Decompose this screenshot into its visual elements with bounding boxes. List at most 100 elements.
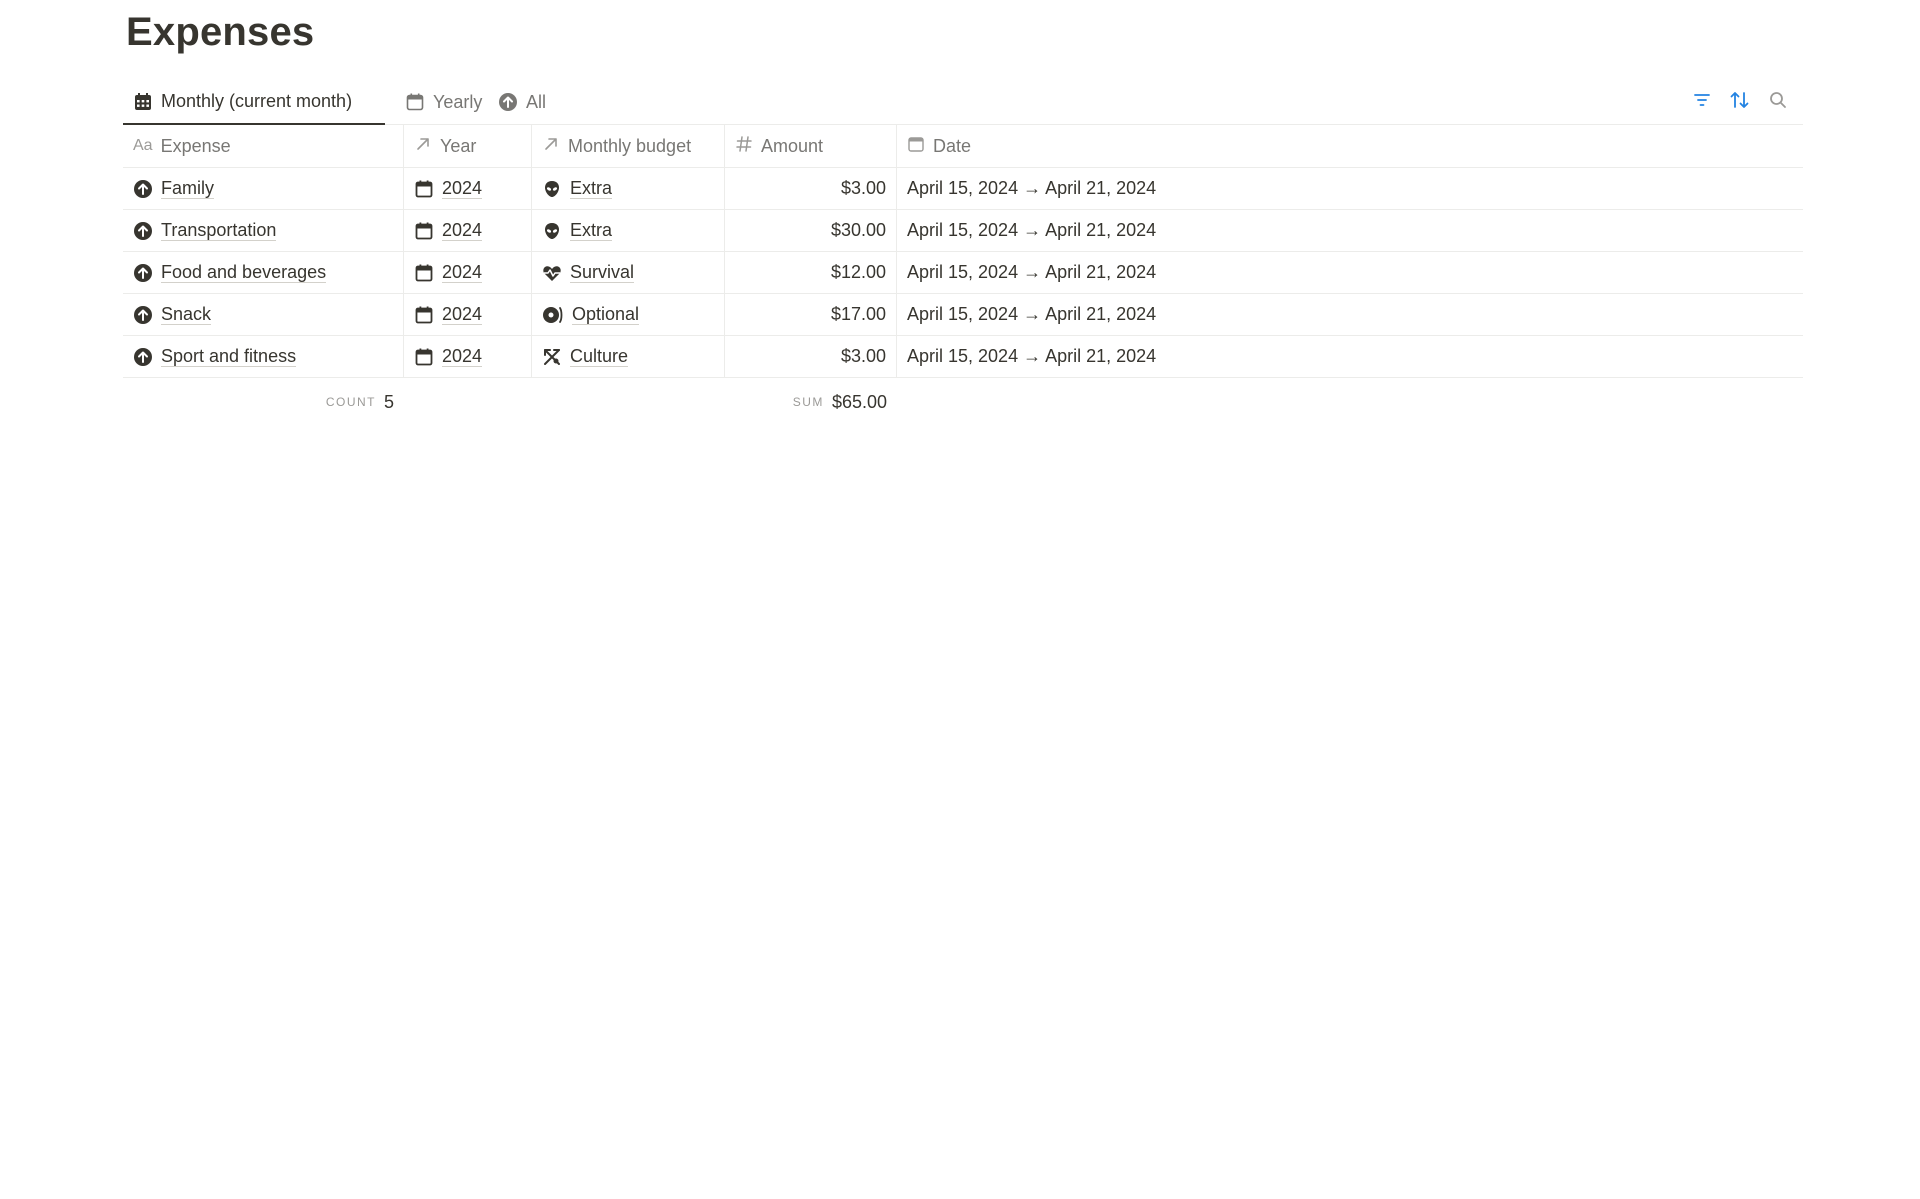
date-range: April 15, 2024 → April 21, 2024 (907, 304, 1157, 324)
table-row[interactable]: Transportation 2024 Extra $30.00 April 1… (123, 210, 1803, 252)
alien-icon (542, 179, 562, 199)
table-row[interactable]: Snack 2024 Optional $17.00 April 15, 202… (123, 294, 1803, 336)
text-type-icon: Aa (133, 137, 153, 154)
table-row[interactable]: Family 2024 Extra $3.00 April 15, 2024 →… (123, 168, 1803, 210)
column-header-amount[interactable]: Amount (725, 125, 897, 167)
tab-label: Monthly (current month) (161, 91, 353, 111)
relation-arrow-icon (542, 135, 560, 158)
expense-name[interactable]: Food and beverages (161, 262, 327, 283)
column-header-label: Date (933, 135, 972, 156)
arrow-up-circle-icon (498, 92, 518, 112)
amount-cell[interactable]: $30.00 (725, 210, 897, 251)
year-link[interactable]: 2024 (442, 220, 483, 241)
tab-label: Yearly (433, 91, 483, 112)
column-header-date[interactable]: Date (897, 125, 1803, 167)
arrow-up-circle-icon (133, 263, 153, 283)
tab-monthly[interactable]: Monthly (current month) (123, 80, 385, 125)
sum-value: $65.00 (831, 391, 887, 412)
year-cell[interactable]: 2024 (404, 336, 532, 377)
tab-all[interactable]: All (488, 80, 556, 124)
year-link[interactable]: 2024 (442, 346, 483, 367)
year-cell[interactable]: 2024 (404, 210, 532, 251)
budget-link[interactable]: Culture (570, 346, 629, 367)
column-header-expense[interactable]: Aa Expense (123, 125, 404, 167)
date-cell[interactable]: April 15, 2024 → April 21, 2024 (897, 336, 1803, 377)
expense-cell[interactable]: Snack (123, 294, 404, 335)
budget-cell[interactable]: Optional (532, 294, 725, 335)
amount-cell[interactable]: $3.00 (725, 336, 897, 377)
expense-cell[interactable]: Family (123, 168, 404, 209)
column-header-label: Expense (160, 135, 231, 156)
budget-cell[interactable]: Extra (532, 168, 725, 209)
table-header-row: Aa Expense Year Monthly budget Amount Da… (123, 125, 1803, 168)
column-header-monthly-budget[interactable]: Monthly budget (532, 125, 725, 167)
expense-name[interactable]: Family (161, 178, 214, 199)
relation-arrow-icon (414, 135, 432, 158)
column-header-label: Year (440, 135, 477, 156)
calendar-icon (907, 135, 925, 158)
year-link[interactable]: 2024 (442, 304, 483, 325)
year-cell[interactable]: 2024 (404, 168, 532, 209)
column-header-label: Amount (761, 135, 824, 156)
date-range: April 15, 2024 → April 21, 2024 (907, 220, 1157, 240)
budget-link[interactable]: Optional (572, 304, 640, 325)
heartbeat-icon (542, 263, 562, 283)
year-cell[interactable]: 2024 (404, 252, 532, 293)
amount-cell[interactable]: $3.00 (725, 168, 897, 209)
budget-calculation[interactable] (532, 384, 725, 420)
sum-label: SUM (792, 395, 824, 409)
tab-yearly[interactable]: Yearly (395, 80, 492, 124)
budget-cell[interactable]: Extra (532, 210, 725, 251)
column-header-year[interactable]: Year (404, 125, 532, 167)
count-value: 5 (383, 391, 394, 412)
arrow-up-circle-icon (133, 347, 153, 367)
expense-name[interactable]: Transportation (161, 220, 277, 241)
search-icon (1768, 90, 1788, 115)
budget-cell[interactable]: Survival (532, 252, 725, 293)
date-cell[interactable]: April 15, 2024 → April 21, 2024 (897, 294, 1803, 335)
date-cell[interactable]: April 15, 2024 → April 21, 2024 (897, 252, 1803, 293)
table-row[interactable]: Sport and fitness 2024 Culture $3.00 Apr… (123, 336, 1803, 378)
amount-cell[interactable]: $12.00 (725, 252, 897, 293)
date-cell[interactable]: April 15, 2024 → April 21, 2024 (897, 210, 1803, 251)
arrow-up-circle-icon (133, 221, 153, 241)
expenses-table: Aa Expense Year Monthly budget Amount Da… (123, 125, 1803, 378)
amount-value: $12.00 (830, 262, 886, 282)
expense-name[interactable]: Sport and fitness (161, 346, 297, 367)
sort-button[interactable] (1729, 91, 1751, 113)
filter-button[interactable] (1691, 91, 1713, 113)
table-row[interactable]: Food and beverages 2024 Survival $12.00 … (123, 252, 1803, 294)
calendar-icon (414, 179, 434, 199)
year-calculation[interactable] (404, 384, 532, 420)
filter-icon (1692, 90, 1712, 115)
view-toolbar (1691, 80, 1803, 124)
count-label: COUNT (325, 395, 376, 409)
amount-value: $3.00 (840, 346, 886, 366)
search-button[interactable] (1767, 91, 1789, 113)
budget-link[interactable]: Extra (570, 220, 613, 241)
expense-cell[interactable]: Food and beverages (123, 252, 404, 293)
amount-value: $3.00 (840, 178, 886, 198)
calendar-icon (414, 305, 434, 325)
sum-calculation[interactable]: SUM $65.00 (725, 384, 897, 420)
budget-link[interactable]: Survival (570, 262, 635, 283)
tab-label: All (526, 91, 547, 112)
page-title: Expenses (126, 10, 315, 54)
year-cell[interactable]: 2024 (404, 294, 532, 335)
budget-cell[interactable]: Culture (532, 336, 725, 377)
date-cell[interactable]: April 15, 2024 → April 21, 2024 (897, 168, 1803, 209)
expense-cell[interactable]: Sport and fitness (123, 336, 404, 377)
view-tabs-bar: Monthly (current month) Yearly All (123, 80, 1803, 125)
expense-name[interactable]: Snack (161, 304, 212, 325)
count-calculation[interactable]: COUNT 5 (123, 384, 404, 420)
amount-value: $30.00 (830, 220, 886, 240)
year-link[interactable]: 2024 (442, 178, 483, 199)
calendar-icon (405, 92, 425, 112)
calendar-icon (414, 263, 434, 283)
expense-cell[interactable]: Transportation (123, 210, 404, 251)
sort-icon (1729, 90, 1751, 115)
date-range: April 15, 2024 → April 21, 2024 (907, 346, 1157, 366)
year-link[interactable]: 2024 (442, 262, 483, 283)
amount-cell[interactable]: $17.00 (725, 294, 897, 335)
budget-link[interactable]: Extra (570, 178, 613, 199)
